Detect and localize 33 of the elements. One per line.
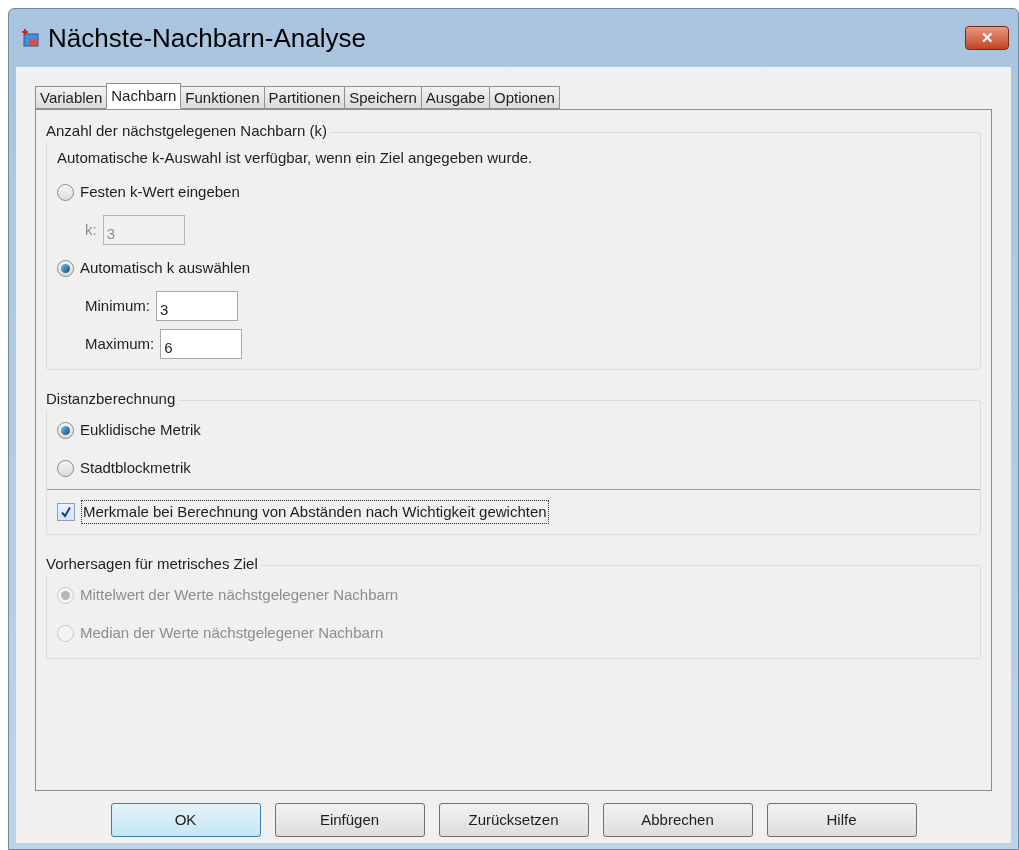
window-title: Nächste-Nachbarn-Analyse xyxy=(48,21,366,55)
radio-label: Mittelwert der Werte nächstgelegener Nachbarn xyxy=(80,584,399,605)
tab[interactable]: Partitionen xyxy=(263,86,346,109)
radio-label: Median der Werte nächstgelegener Nachbarn xyxy=(80,622,384,643)
radio-label: Stadtblockmetrik xyxy=(80,457,191,478)
dialog-button[interactable]: OK xyxy=(110,803,261,837)
tab[interactable]: Variablen xyxy=(35,86,108,109)
checkbox-label: Merkmale bei Berechnung von Abständen nach Wichtigkeit gewichten xyxy=(81,499,549,525)
radio-label: Euklidische Metrik xyxy=(80,419,201,440)
hint-text: Automatische k-Auswahl ist verfügbar, wenn ein Ziel angegeben wurde. xyxy=(57,147,534,168)
tab[interactable]: Ausgabe xyxy=(420,86,490,109)
input-field[interactable]: 6 xyxy=(160,329,243,359)
dialog-button[interactable]: Zurücksetzen xyxy=(438,803,589,837)
radio-button[interactable] xyxy=(57,259,74,277)
checkbox[interactable] xyxy=(57,503,75,521)
field-label: Minimum: xyxy=(85,295,150,316)
input-field[interactable]: 3 xyxy=(156,291,238,321)
tab[interactable]: Optionen xyxy=(489,86,560,109)
radio-button[interactable] xyxy=(57,459,74,477)
checkmark-icon xyxy=(60,506,72,518)
radio-button[interactable] xyxy=(57,421,74,439)
tab[interactable]: Funktionen xyxy=(180,86,265,109)
field-label: Maximum: xyxy=(85,333,155,354)
tab[interactable]: Nachbarn xyxy=(106,83,182,109)
dialog-button[interactable]: Hilfe xyxy=(766,803,917,837)
dialog-button[interactable]: Abbrechen xyxy=(602,803,753,837)
app-icon xyxy=(20,28,40,48)
radio-label: Festen k-Wert eingeben xyxy=(80,181,240,202)
tab[interactable]: Speichern xyxy=(344,86,422,109)
field-label: k: xyxy=(85,219,97,240)
radio-label: Automatisch k auswählen xyxy=(80,257,251,278)
radio-button[interactable] xyxy=(57,183,74,201)
dialog-button[interactable]: Einfügen xyxy=(274,803,425,837)
